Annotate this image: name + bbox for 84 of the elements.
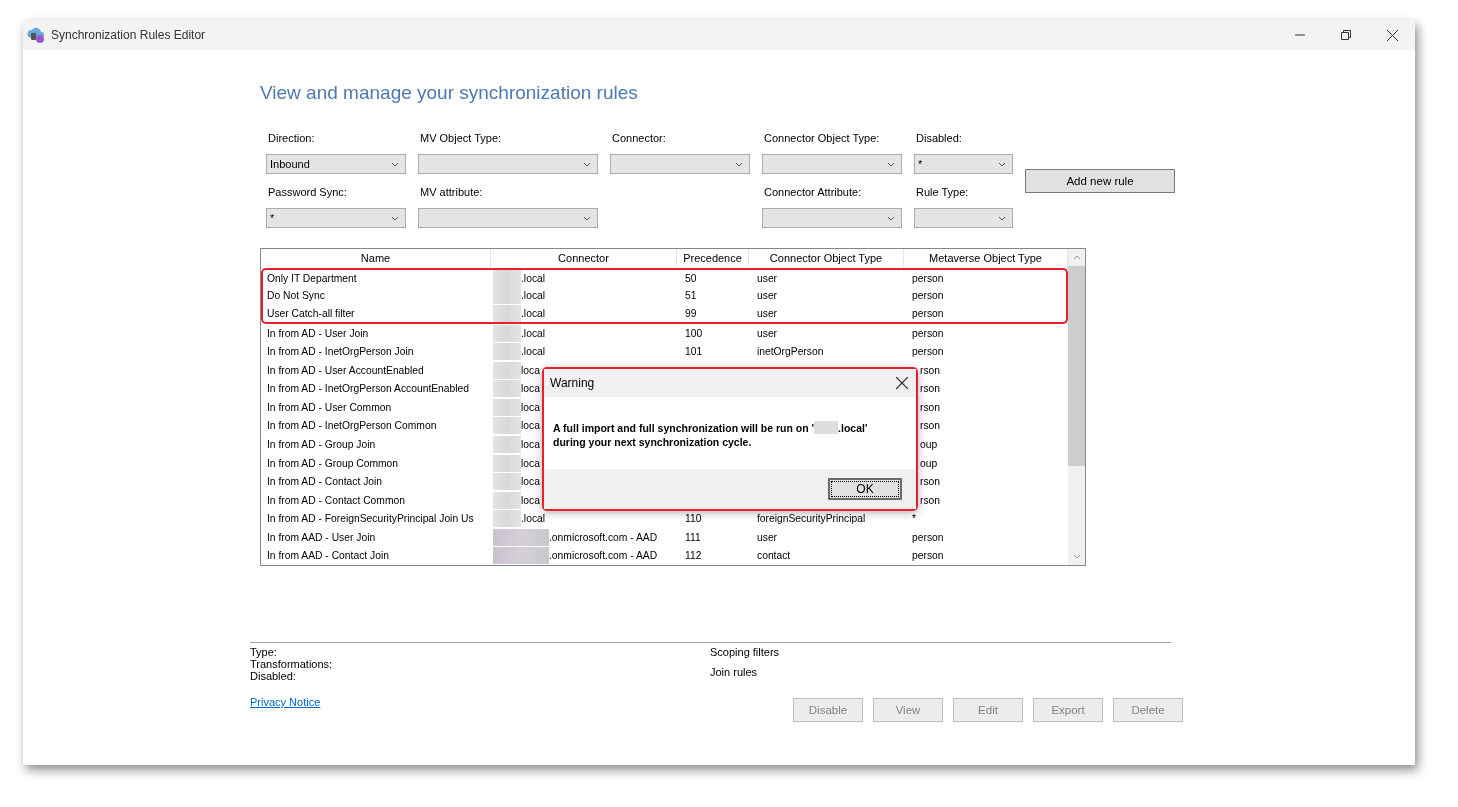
table-cell: .onmicrosoft.com - AAD [549,550,658,562]
filter-label: MV attribute: [419,186,484,200]
table-cell-text: In from AD - ForeignSecurityPrincipal Join Us [266,512,475,527]
table-cell-text: 50 [684,271,698,286]
table-cell: loca [521,457,540,469]
table-cell: loca [521,383,540,395]
table-cell-text: person [911,549,945,564]
table-cell-text: In from AD - Group Join [266,438,377,452]
filter-label: Connector Attribute: [763,186,863,200]
table-cell-text: inetOrgPerson [756,345,825,360]
table-cell-text: 51 [684,289,698,304]
table-cell-text: Do Not Sync [266,289,326,304]
detail-label: Join rules [710,666,759,678]
detail-label: Disabled: [250,670,297,682]
table-cell: .local [521,513,546,525]
window-title: Synchronization Rules Editor [51,28,206,42]
filter-label: Connector Object Type: [763,132,881,146]
table-cell-text: 100 [684,326,704,341]
table-cell-text: person [911,289,945,304]
table-cell-text: In from AD - InetOrgPerson Join [266,345,415,360]
filter-label: Direction: [267,132,316,146]
table-cell-text: Only IT Department [266,271,358,286]
table-cell-text: 101 [684,345,704,360]
table-cell-text: 111 [684,530,702,545]
table-cell-text: In from AAD - User Join [266,530,377,545]
table-cell-text: rson [919,382,942,397]
table-cell: .local [521,346,546,358]
table-cell-text: person [911,530,945,545]
table-cell-text: * [911,512,917,527]
table-cell-text: In from AD - Contact Join [266,475,384,490]
table-cell: loca [521,494,540,506]
table-cell-text: rson [919,493,942,508]
table-cell: loca [521,439,540,450]
table-cell-text: 110 [684,512,703,527]
table-cell-text: oup [919,456,939,471]
table-cell-text: 99 [684,307,698,322]
table-cell: loca [521,401,540,413]
table-cell-text: person [911,307,945,322]
detail-label: Scoping filters [710,646,781,658]
filter-label: Password Sync: [267,186,348,200]
table-cell-text: rson [919,400,942,415]
table-cell-text: person [911,345,945,360]
page-heading: View and manage your synchronization rules [260,82,639,104]
table-cell: loca [521,364,540,376]
table-cell-text: user [756,326,779,341]
table-cell-text: User Catch-all filter [266,307,356,322]
filter-label: Rule Type: [915,186,970,200]
table-cell-text: foreignSecurityPrincipal [756,512,867,527]
table-cell-text: In from AD - InetOrgPerson AccountEnabled [266,382,471,397]
table-cell: .onmicrosoft.com - AAD [549,531,658,543]
table-cell-text: user [756,271,779,286]
table-cell-text: user [756,530,779,545]
table-cell-text: In from AD - User Join [266,326,370,341]
dialog-message: A full import and full synchronization will be run on ' [553,421,815,434]
table-cell-text: In from AD - User AccountEnabled [266,363,425,378]
table-cell-text: user [756,307,779,322]
detail-label: Transformations: [250,658,334,670]
filter-label: Connector: [611,132,667,146]
table-cell-text: person [911,326,945,341]
table-cell-text: rson [919,419,942,434]
table-cell-text: In from AAD - Contact Join [266,549,390,564]
table-cell-text: oup [919,438,939,452]
dialog-message: .local' [838,421,868,434]
dialog-title: Warning [550,376,595,390]
table-cell-text: user [756,289,779,304]
filter-label: Disabled: [915,132,963,146]
table-cell-text: In from AD - User Common [266,400,393,415]
table-cell: .local [521,272,546,284]
table-cell: loca [521,420,540,432]
table-cell-text: In from AD - Contact Common [266,493,406,508]
table-cell-text: person [911,271,945,286]
table-cell: .local [521,327,546,339]
table-cell-text: In from AD - InetOrgPerson Common [266,419,438,434]
filter-label: MV Object Type: [419,132,503,146]
table-cell-text: contact [756,549,792,564]
table-cell-text: rson [919,475,942,490]
table-cell-text: 112 [684,549,703,564]
table-cell: .local [521,308,546,320]
table-cell-text: rson [919,363,942,378]
table-cell: loca [521,476,540,488]
table-cell-text: In from AD - Group Common [266,456,400,471]
dialog-message: during your next synchronization cycle. [553,436,752,448]
detail-label: Type: [250,646,278,658]
table-cell: .local [521,290,546,302]
